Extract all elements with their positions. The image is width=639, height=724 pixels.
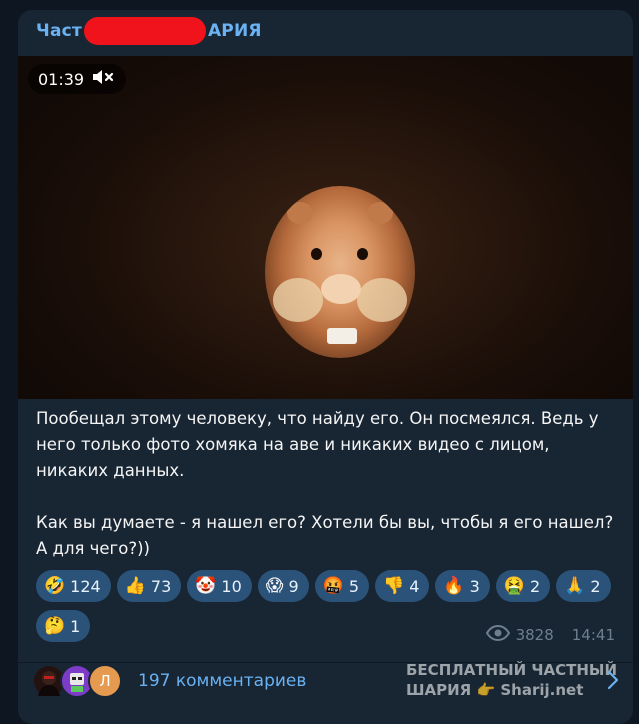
watermark-line: ШАРИЯ 👉 Sharij.net <box>406 681 584 699</box>
mute-icon[interactable] <box>92 68 114 90</box>
video-timer[interactable]: 01:39 <box>28 64 127 94</box>
eye-icon <box>485 624 510 645</box>
hamster-eye <box>357 248 368 260</box>
reaction-scream[interactable]: 😱 9 <box>257 570 309 602</box>
hamster-cheek <box>357 278 407 322</box>
watermark: БЕСПЛАТНЫЙ ЧАСТНЫЙ ШАРИЯ 👉 Sharij.net <box>406 660 617 700</box>
channel-post: Част АРИЯ 01:39 Пообещал этому человеку, … <box>18 10 633 724</box>
reaction-thumbs-up[interactable]: 👍 73 <box>116 570 182 602</box>
reaction-fire[interactable]: 🔥 3 <box>435 570 490 602</box>
video-player[interactable]: 01:39 <box>18 56 633 399</box>
reaction-count: 3 <box>469 576 480 596</box>
vomit-icon: 🤮 <box>503 575 525 596</box>
thinking-icon: 🤔 <box>44 615 66 636</box>
chevron-right-icon[interactable] <box>607 670 619 694</box>
hamster-video-frame <box>265 186 415 358</box>
thumbs-up-icon: 👍 <box>124 575 146 596</box>
post-paragraph: Как вы думаете - я нашел его? Хотели бы … <box>36 513 614 558</box>
hamster-eye <box>311 248 322 260</box>
reaction-rofl[interactable]: 🤣 124 <box>36 570 111 602</box>
channel-name-suffix: АРИЯ <box>207 21 262 41</box>
avatar: Л <box>88 664 122 698</box>
post-paragraph: Пообещал этому человеку, что найду его. … <box>36 409 599 480</box>
reaction-swearing[interactable]: 🤬 5 <box>314 570 370 602</box>
hamster-teeth <box>327 328 357 344</box>
reaction-thumbs-down[interactable]: 👎 4 <box>375 570 430 602</box>
post-time: 14:41 <box>571 626 615 644</box>
scream-icon: 😱 <box>265 575 284 596</box>
reaction-count: 2 <box>529 576 541 596</box>
channel-name-prefix: Част <box>36 21 82 41</box>
thumbs-down-icon: 👎 <box>383 575 405 596</box>
reaction-count: 5 <box>348 576 360 596</box>
redaction-bar <box>84 17 206 45</box>
reaction-thinking[interactable]: 🤔 1 <box>36 610 91 642</box>
fire-icon: 🔥 <box>443 575 465 596</box>
hamster-ear <box>287 202 313 224</box>
reaction-count: 73 <box>150 576 172 596</box>
views-count: 3828 <box>515 626 554 644</box>
reaction-count: 124 <box>70 576 101 596</box>
reaction-count: 9 <box>288 576 299 596</box>
hamster-cheek <box>273 278 323 322</box>
reaction-count: 4 <box>409 576 420 596</box>
reaction-clown[interactable]: 🤡 10 <box>187 570 252 602</box>
reaction-vomit[interactable]: 🤮 2 <box>495 570 551 602</box>
hamster-ear <box>367 202 393 224</box>
video-time: 01:39 <box>38 69 85 89</box>
watermark-line: БЕСПЛАТНЫЙ ЧАСТНЫЙ <box>406 661 618 679</box>
hamster-snout <box>321 274 361 304</box>
reaction-count: 1 <box>70 616 81 636</box>
pray-icon: 🙏 <box>564 575 586 596</box>
reaction-count: 10 <box>221 576 242 596</box>
commenter-avatars: Л <box>32 664 122 700</box>
reaction-count: 2 <box>590 576 601 596</box>
post-text: Пообещал этому человеку, что найду его. … <box>36 406 621 562</box>
clown-icon: 🤡 <box>195 575 217 596</box>
rofl-emoji-icon: 🤣 <box>44 575 66 596</box>
comments-link[interactable]: 197 комментариев <box>138 671 306 691</box>
reaction-pray[interactable]: 🙏 2 <box>556 570 611 602</box>
swearing-face-icon: 🤬 <box>322 575 344 596</box>
post-meta: 3828 14:41 <box>485 624 615 645</box>
